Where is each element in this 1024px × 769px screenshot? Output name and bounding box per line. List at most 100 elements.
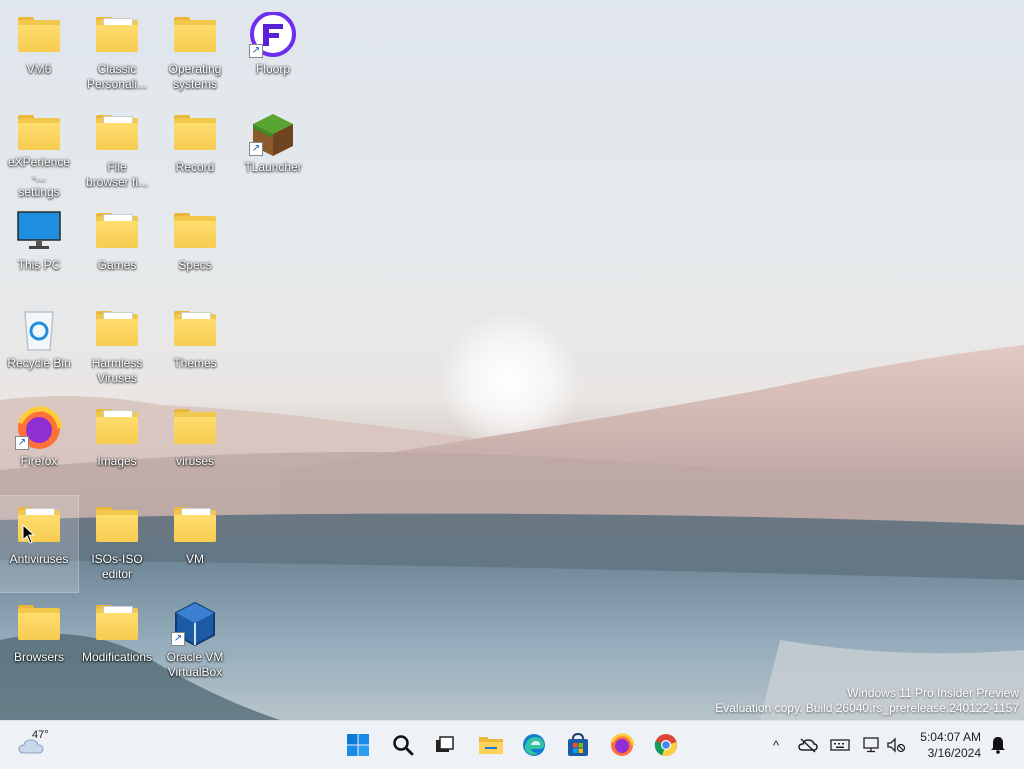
watermark-line-1: Windows 11 Pro Insider Preview bbox=[847, 686, 1019, 700]
desktop-icon-floorp[interactable]: ↗ Floorp bbox=[234, 6, 312, 102]
desktop-icon-browsers[interactable]: Browsers bbox=[0, 594, 78, 690]
vm6-icon bbox=[15, 12, 63, 60]
floorp-icon: ↗ bbox=[249, 11, 297, 60]
desktop-icon-specs[interactable]: Specs bbox=[156, 202, 234, 298]
desktop-icon-file-browser[interactable]: File browser fi... bbox=[78, 104, 156, 200]
modifications-icon bbox=[93, 600, 141, 648]
desktop-icon-vm[interactable]: VM bbox=[156, 496, 234, 592]
desktop-icon-label: Themes bbox=[173, 356, 217, 370]
desktop-icon-tlauncher[interactable]: ↗ TLauncher bbox=[234, 104, 312, 200]
firefox-icon bbox=[610, 733, 635, 756]
oracle-vm-virtualbox-icon: ↗ bbox=[171, 600, 219, 648]
onedrive-tray-button[interactable] bbox=[796, 733, 820, 757]
firefox-icon: ↗ bbox=[15, 404, 63, 452]
evaluation-watermark: Windows 11 Pro Insider Preview Evaluatio… bbox=[715, 686, 1019, 716]
chevron-up-icon: ^ bbox=[772, 737, 780, 753]
desktop-icon-images[interactable]: Images bbox=[78, 398, 156, 494]
classic-personalization-icon bbox=[93, 12, 141, 60]
desktop-icon-label: Images bbox=[97, 454, 137, 468]
experience-settings-icon bbox=[15, 110, 63, 153]
images-icon bbox=[93, 404, 141, 452]
isos-iso-editor-icon bbox=[93, 502, 141, 550]
desktop-icon-this-pc[interactable]: This PC bbox=[0, 202, 78, 298]
desktop-icon-record[interactable]: Record bbox=[156, 104, 234, 200]
clock-time: 5:04:07 AM bbox=[920, 730, 981, 744]
keyboard-tray-button[interactable] bbox=[828, 733, 852, 757]
chrome-button[interactable] bbox=[650, 729, 682, 761]
desktop-icon-classic-personalization[interactable]: Classic Personali... bbox=[78, 6, 156, 102]
desktop-icon-label: Antiviruses bbox=[9, 552, 69, 566]
tlauncher-icon: ↗ bbox=[249, 110, 297, 158]
recycle-bin-icon bbox=[15, 306, 63, 354]
desktop-icon-label: Floorp bbox=[255, 62, 290, 76]
desktop-icon-label: eXPerience -... settings bbox=[7, 155, 71, 199]
windows-logo-icon bbox=[347, 734, 369, 756]
search-button[interactable] bbox=[387, 729, 419, 761]
browsers-icon bbox=[15, 600, 63, 648]
desktop-icon-label: Specs bbox=[178, 258, 212, 272]
desktop-icon-label: TLauncher bbox=[244, 160, 302, 174]
file-browser-icon bbox=[93, 110, 141, 158]
desktop-icon-games[interactable]: Games bbox=[78, 202, 156, 298]
record-icon bbox=[171, 110, 219, 158]
operating-systems-icon bbox=[171, 12, 219, 60]
task-view-button[interactable] bbox=[428, 729, 460, 761]
desktop-icon-firefox[interactable]: ↗ Firefox bbox=[0, 398, 78, 494]
desktop-icon-label: Firefox bbox=[20, 454, 58, 468]
desktop-icon-label: Harmless Viruses bbox=[91, 356, 143, 385]
desktop-icon-label: Recycle Bin bbox=[7, 356, 71, 370]
bell-icon bbox=[991, 737, 1005, 754]
chrome-icon bbox=[654, 734, 677, 757]
this-pc-icon bbox=[15, 208, 63, 256]
desktop-icon-label: ISOs-ISO editor bbox=[91, 552, 143, 581]
edge-button[interactable] bbox=[518, 729, 550, 761]
desktop-icon-vm6[interactable]: VM6 bbox=[0, 6, 78, 102]
desktop-icon-label: Oracle VM VirtualBox bbox=[166, 650, 224, 679]
vm-icon bbox=[171, 502, 219, 550]
desktop-icon-label: Browsers bbox=[13, 650, 64, 664]
file-explorer-button[interactable] bbox=[475, 729, 507, 761]
desktop-icon-label: Classic Personali... bbox=[86, 62, 148, 91]
themes-icon bbox=[171, 306, 219, 354]
desktop-icon-label: This PC bbox=[17, 258, 61, 272]
desktop-icon-experience-settings[interactable]: eXPerience -... settings bbox=[0, 104, 78, 200]
desktop-icon-label: viruses bbox=[175, 454, 214, 468]
network-tray-button[interactable] bbox=[860, 733, 884, 757]
task-view-icon bbox=[436, 736, 454, 752]
clock[interactable]: 5:04:07 AM 3/16/2024 bbox=[920, 729, 981, 761]
desktop-icon-antiviruses[interactable]: Antiviruses bbox=[0, 495, 79, 593]
desktop-icon-label: Operating systems bbox=[168, 62, 222, 91]
clock-date: 3/16/2024 bbox=[927, 746, 981, 760]
show-hidden-icons-button[interactable]: ^ bbox=[764, 733, 788, 757]
desktop-icon-label: Record bbox=[175, 160, 215, 174]
desktop-icon-label: Modifications bbox=[81, 650, 153, 664]
desktop-icon-modifications[interactable]: Modifications bbox=[78, 594, 156, 690]
desktop-icon-viruses[interactable]: viruses bbox=[156, 398, 234, 494]
volume-muted-icon bbox=[887, 737, 906, 753]
desktop-icon-harmless-viruses[interactable]: Harmless Viruses bbox=[78, 300, 156, 396]
network-disconnected-icon bbox=[863, 737, 879, 753]
desktop-icon-isos-iso-editor[interactable]: ISOs-ISO editor bbox=[78, 496, 156, 592]
games-icon bbox=[93, 208, 141, 256]
volume-tray-button[interactable] bbox=[884, 733, 908, 757]
start-button[interactable] bbox=[342, 729, 374, 761]
search-icon bbox=[393, 735, 414, 756]
desktop-icon-label: Games bbox=[97, 258, 137, 272]
edge-icon bbox=[523, 734, 545, 756]
desktop-icon-label: VM6 bbox=[26, 62, 52, 76]
taskbar: 47° ^ 5:04:07 AM 3/16/2024 bbox=[0, 720, 1024, 769]
notifications-button[interactable] bbox=[986, 733, 1010, 757]
specs-icon bbox=[171, 208, 219, 256]
desktop-icon-oracle-vm-virtualbox[interactable]: ↗ Oracle VM VirtualBox bbox=[156, 594, 234, 690]
firefox-button[interactable] bbox=[606, 729, 638, 761]
keyboard-icon bbox=[830, 739, 850, 751]
desktop-icon-label: VM bbox=[186, 552, 204, 566]
weather-widget[interactable]: 47° bbox=[16, 727, 76, 763]
folder-icon bbox=[479, 737, 503, 754]
cloud-offline-icon bbox=[798, 738, 818, 753]
weather-temperature: 47° bbox=[32, 729, 49, 741]
desktop-icon-recycle-bin[interactable]: Recycle Bin bbox=[0, 300, 78, 396]
store-button[interactable] bbox=[562, 729, 594, 761]
desktop-icon-themes[interactable]: Themes bbox=[156, 300, 234, 396]
desktop-icon-operating-systems[interactable]: Operating systems bbox=[156, 6, 234, 102]
